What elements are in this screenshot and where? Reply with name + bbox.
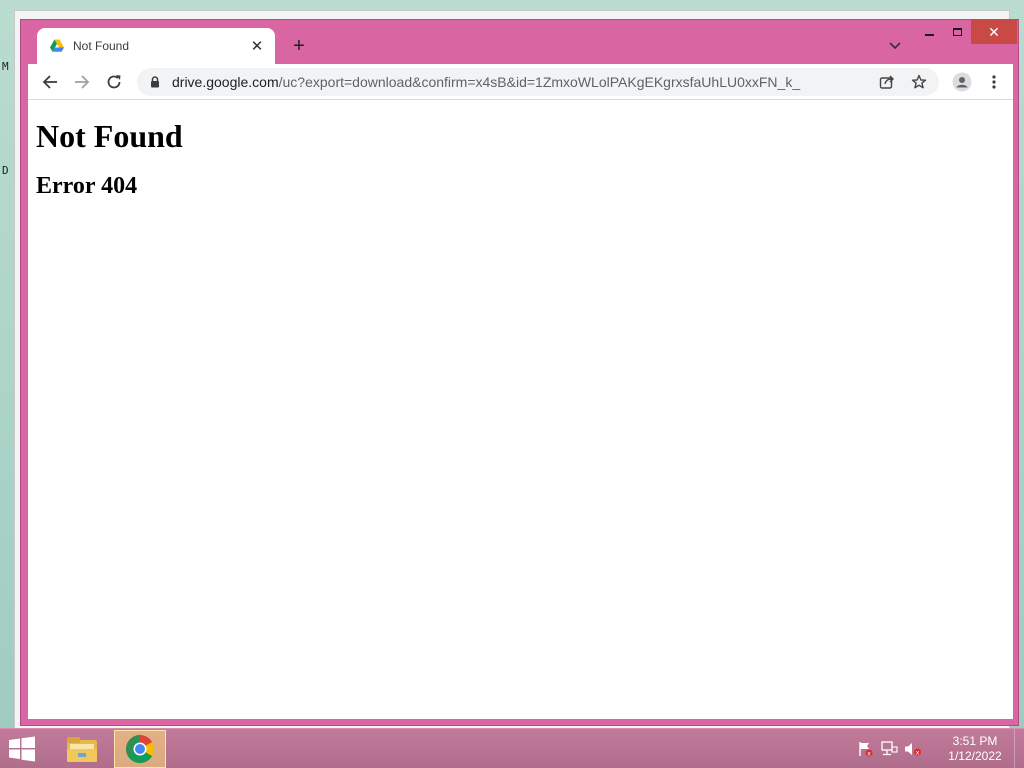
star-icon <box>911 74 927 89</box>
avatar-icon <box>952 72 972 92</box>
svg-text:x: x <box>916 750 920 757</box>
url-host: drive.google.com <box>172 74 279 90</box>
taskbar-chrome[interactable] <box>114 730 166 768</box>
page-title: Not Found <box>36 118 183 154</box>
clock-time: 3:51 PM <box>952 734 998 748</box>
share-button[interactable] <box>875 70 899 94</box>
svg-text:x: x <box>867 751 871 758</box>
desktop-icon-edge[interactable]: M <box>2 60 9 73</box>
show-desktop-button[interactable] <box>1014 729 1024 768</box>
google-drive-icon <box>50 39 64 52</box>
network-icon[interactable] <box>878 739 900 759</box>
forward-arrow-icon <box>75 75 90 89</box>
maximize-icon <box>952 28 962 36</box>
tab-title: Not Found <box>73 39 130 53</box>
browser-toolbar: drive.google.com/uc?export=download&conf… <box>28 64 1013 100</box>
minimize-button[interactable] <box>915 20 943 44</box>
tab-search-button[interactable] <box>885 36 905 56</box>
start-button[interactable] <box>8 736 38 762</box>
action-center-flag-icon[interactable]: x <box>854 739 876 759</box>
chrome-icon <box>126 735 154 763</box>
browser-window: ✕ Not Found ✕ + drive.google.com/uc?expo… <box>20 19 1019 726</box>
page-content: Not Found Error 404 <box>28 100 1013 719</box>
profile-button[interactable] <box>948 68 976 96</box>
error-code: Error 404 <box>36 173 138 199</box>
forward-button[interactable] <box>68 68 96 96</box>
file-explorer-icon <box>67 737 97 762</box>
back-button[interactable] <box>36 68 64 96</box>
taskbar-file-explorer[interactable] <box>56 730 108 768</box>
reload-icon <box>107 75 121 89</box>
close-tab-button[interactable]: ✕ <box>247 36 267 56</box>
windows-logo-icon <box>9 736 35 762</box>
close-icon: ✕ <box>988 23 1000 40</box>
kebab-menu-icon <box>992 75 996 89</box>
volume-muted-icon[interactable]: x <box>902 739 924 759</box>
reload-button[interactable] <box>100 68 128 96</box>
system-tray: x x 3:51 PM 1/12/2022 <box>854 729 1024 768</box>
minimize-icon <box>924 34 934 36</box>
menu-button[interactable] <box>980 68 1008 96</box>
address-bar[interactable]: drive.google.com/uc?export=download&conf… <box>137 68 939 96</box>
maximize-button[interactable] <box>943 20 971 44</box>
url-text[interactable]: drive.google.com/uc?export=download&conf… <box>172 74 875 90</box>
lock-icon[interactable] <box>148 75 162 89</box>
clock-date: 1/12/2022 <box>948 749 1002 763</box>
share-icon <box>879 75 894 89</box>
bookmark-button[interactable] <box>907 70 931 94</box>
chevron-down-icon <box>889 42 901 50</box>
clock[interactable]: 3:51 PM 1/12/2022 <box>940 734 1010 764</box>
browser-tab[interactable]: Not Found ✕ <box>37 28 275 64</box>
back-arrow-icon <box>42 75 57 89</box>
window-controls: ✕ <box>915 20 1017 44</box>
desktop-icon-edge[interactable]: D <box>2 164 9 177</box>
url-path: /uc?export=download&confirm=x4sB&id=1Zmx… <box>278 74 801 90</box>
taskbar: x x 3:51 PM 1/12/2022 <box>0 728 1024 768</box>
close-window-button[interactable]: ✕ <box>971 20 1017 44</box>
new-tab-button[interactable]: + <box>287 34 311 58</box>
